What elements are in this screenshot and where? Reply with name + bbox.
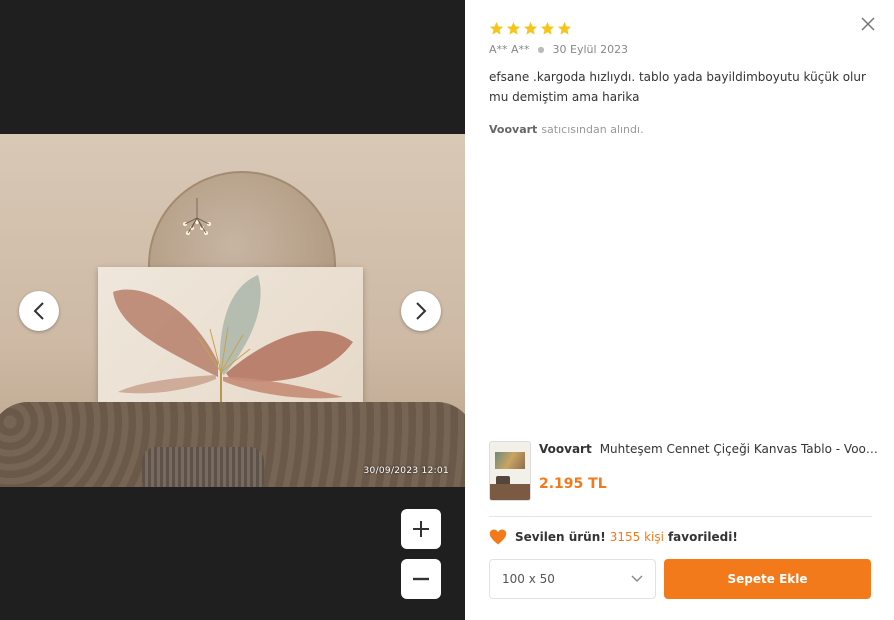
minus-icon	[413, 577, 429, 581]
image-viewer: 30/09/2023 12:01	[0, 0, 465, 620]
photo-pillow	[142, 447, 264, 487]
close-icon[interactable]	[860, 16, 876, 32]
chevron-down-icon	[631, 575, 643, 582]
star-icon	[540, 21, 555, 35]
review-detail-panel: A** A** ● 30 Eylül 2023 efsane .kargoda …	[465, 0, 894, 620]
rating-stars	[489, 21, 572, 36]
photo-chandelier	[183, 198, 211, 235]
star-icon	[523, 21, 538, 35]
thumb-floor	[490, 484, 530, 500]
photo-canvas-painting	[98, 267, 363, 404]
favorite-count: 3155 kişi	[609, 530, 664, 544]
favorite-prefix: Sevilen ürün!	[515, 530, 606, 544]
review-text: efsane .kargoda hızlıydı. tablo yada bay…	[489, 70, 866, 104]
star-icon	[557, 21, 572, 35]
thumb-art	[495, 452, 525, 469]
size-select-value: 100 x 50	[502, 572, 555, 586]
heart-icon	[489, 529, 507, 545]
add-to-cart-button[interactable]: Sepete Ekle	[664, 559, 871, 599]
flower-painting-art	[113, 275, 353, 404]
product-brand: Voovart	[539, 442, 592, 456]
previous-image-button[interactable]	[19, 291, 59, 331]
zoom-out-button[interactable]	[401, 559, 441, 599]
review-date: 30 Eylül 2023	[552, 43, 629, 56]
product-title[interactable]: Voovart Muhteşem Cennet Çiçeği Kanvas Tab…	[539, 442, 879, 456]
seller-name[interactable]: Voovart	[489, 123, 537, 136]
star-icon	[506, 21, 521, 35]
product-card[interactable]: Voovart Muhteşem Cennet Çiçeği Kanvas Tab…	[489, 441, 879, 503]
divider	[489, 516, 872, 517]
product-name: Muhteşem Cennet Çiçeği Kanvas Tablo - Vo…	[599, 442, 879, 456]
plus-icon	[413, 521, 429, 537]
review-photo: 30/09/2023 12:01	[0, 134, 465, 487]
zoom-in-button[interactable]	[401, 509, 441, 549]
photo-timestamp: 30/09/2023 12:01	[363, 466, 449, 476]
favorite-suffix: favoriledi!	[667, 530, 738, 544]
size-select[interactable]: 100 x 50	[489, 559, 656, 599]
meta-separator: ●	[537, 45, 545, 54]
review-meta: A** A** ● 30 Eylül 2023	[489, 43, 628, 56]
chevron-left-icon	[33, 302, 44, 320]
product-thumbnail[interactable]	[489, 441, 531, 501]
favorite-info: Sevilen ürün! 3155 kişi favoriledi!	[489, 528, 738, 546]
review-seller-line: Voovart satıcısından alındı.	[489, 123, 644, 136]
review-author: A** A**	[489, 43, 530, 56]
next-image-button[interactable]	[401, 291, 441, 331]
product-price: 2.195 TL	[539, 476, 607, 492]
seller-suffix: satıcısından alındı.	[541, 123, 644, 136]
chevron-right-icon	[416, 302, 427, 320]
star-icon	[489, 21, 504, 35]
